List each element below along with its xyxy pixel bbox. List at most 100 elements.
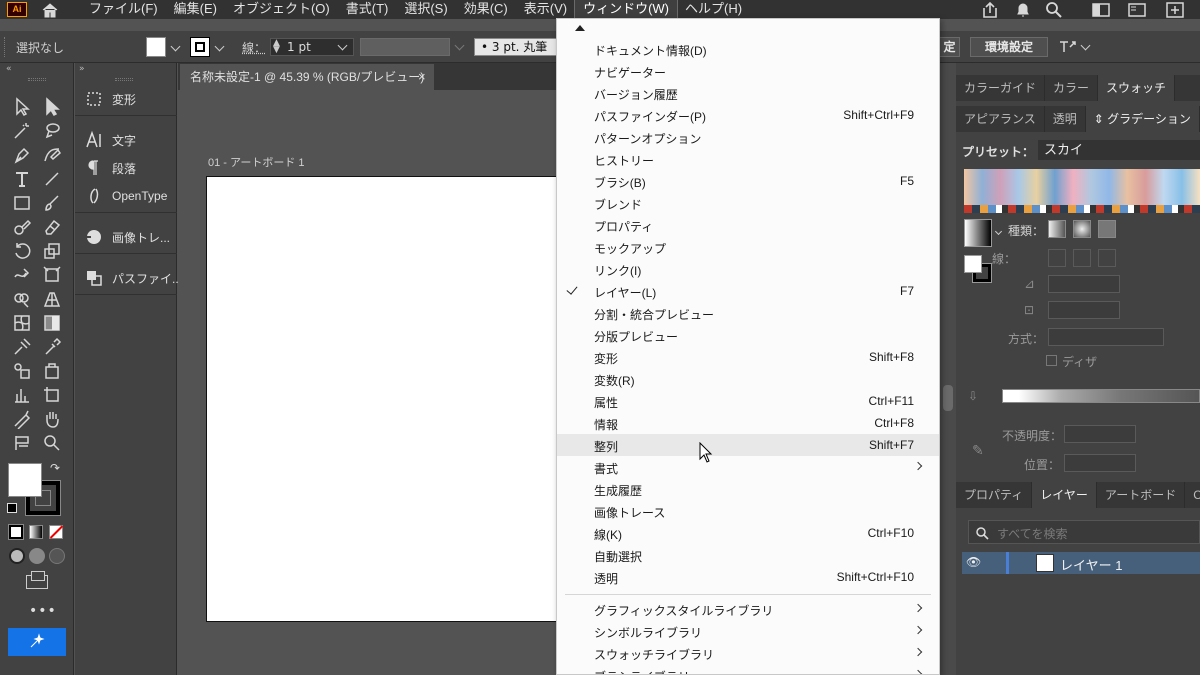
visibility-eye-icon[interactable]: 👁 bbox=[966, 555, 981, 569]
menu-item[interactable]: ヒストリー bbox=[557, 148, 939, 170]
menu-file[interactable]: ファイル(F) bbox=[81, 0, 166, 19]
fill-color-box[interactable] bbox=[8, 463, 42, 497]
method-dropdown[interactable] bbox=[1048, 328, 1164, 346]
grip-handle[interactable] bbox=[115, 78, 133, 81]
layers-search-input[interactable]: すべてを検索 bbox=[968, 520, 1200, 544]
document-tab[interactable]: 名称未設定-1 @ 45.39 % (RGB/プレビュー) × bbox=[180, 64, 434, 90]
panel-image-trace[interactable]: 画像トレ... bbox=[75, 225, 177, 249]
preset-dropdown[interactable]: スカイ bbox=[1038, 140, 1200, 160]
pen-tool-icon[interactable] bbox=[12, 145, 32, 165]
menu-item[interactable]: 分割・統合プレビュー bbox=[557, 302, 939, 324]
warp-tool-icon[interactable] bbox=[12, 265, 32, 285]
draw-normal-icon[interactable] bbox=[9, 548, 25, 564]
eraser-tool-icon[interactable] bbox=[42, 217, 62, 237]
tab-color-guide[interactable]: カラーガイド bbox=[956, 75, 1046, 101]
none-mode-icon[interactable] bbox=[49, 525, 64, 539]
hand-tool-icon[interactable] bbox=[42, 409, 62, 429]
workspace-icon[interactable] bbox=[1092, 0, 1110, 19]
draw-inside-icon[interactable] bbox=[49, 548, 65, 564]
chevron-down-icon[interactable] bbox=[454, 40, 465, 51]
lasso-tool-icon[interactable] bbox=[42, 121, 62, 141]
layer-name[interactable]: レイヤー 1 bbox=[1060, 555, 1122, 574]
reverse-gradient-icon[interactable]: ⇩ bbox=[968, 389, 978, 403]
document-setup-button[interactable]: 定 bbox=[940, 37, 960, 57]
paintbrush-tool-icon[interactable] bbox=[42, 193, 62, 213]
draw-behind-icon[interactable] bbox=[29, 548, 45, 564]
menu-item[interactable]: 生成履歴 bbox=[557, 478, 939, 500]
close-tab-icon[interactable]: × bbox=[418, 64, 426, 90]
stroke-apply-across-button[interactable] bbox=[1098, 249, 1116, 267]
menu-item[interactable]: モックアップ bbox=[557, 236, 939, 258]
stroke-apply-along-button[interactable] bbox=[1073, 249, 1091, 267]
gradient-preset-strip[interactable] bbox=[964, 169, 1200, 213]
tab-appearance[interactable]: アピアランス bbox=[956, 106, 1045, 132]
menu-item[interactable]: スウォッチライブラリ bbox=[557, 642, 939, 664]
chevron-down-icon[interactable] bbox=[170, 41, 181, 52]
menu-item[interactable]: ブラシ(B) F5 bbox=[557, 170, 939, 192]
panel-layout-icon[interactable] bbox=[1128, 0, 1146, 19]
artboard-label[interactable]: 01 - アートボード 1 bbox=[208, 154, 305, 170]
blend-tool-icon[interactable] bbox=[12, 337, 32, 357]
variable-width-profile[interactable] bbox=[360, 38, 450, 56]
tab-properties[interactable]: プロパティ bbox=[956, 482, 1033, 508]
gradient-mode-icon[interactable] bbox=[29, 525, 43, 539]
direct-selection-tool-icon[interactable] bbox=[42, 97, 62, 117]
menu-effect[interactable]: 効果(C) bbox=[456, 0, 516, 19]
shape-builder-tool-icon[interactable] bbox=[12, 289, 32, 309]
color-mode-icon[interactable] bbox=[8, 524, 24, 540]
tab-gradient[interactable]: ⇕ グラデーション bbox=[1085, 106, 1200, 132]
magic-wand-icon[interactable] bbox=[12, 121, 32, 141]
menu-view[interactable]: 表示(V) bbox=[516, 0, 575, 19]
zoom-tool-icon[interactable] bbox=[42, 433, 62, 453]
puppet-warp-icon[interactable] bbox=[1058, 39, 1078, 58]
menu-item[interactable]: パスファインダー(P) Shift+Ctrl+F9 bbox=[557, 104, 939, 126]
stepper-icon[interactable]: ▲ ▼ bbox=[273, 39, 280, 55]
fill-swatch[interactable] bbox=[146, 37, 166, 57]
type-tool-icon[interactable] bbox=[12, 169, 32, 189]
swap-fill-stroke-icon[interactable]: ↷ bbox=[50, 461, 60, 475]
panel-transform[interactable]: 変形 bbox=[75, 87, 177, 111]
column-graph-tool-icon[interactable] bbox=[12, 385, 32, 405]
screen-mode-icon[interactable] bbox=[26, 571, 48, 589]
gradient-slider[interactable] bbox=[1002, 389, 1200, 403]
scroll-up-arrow-icon[interactable] bbox=[575, 25, 585, 31]
menu-item[interactable]: レイヤー(L) F7 bbox=[557, 280, 939, 302]
freeform-gradient-button[interactable] bbox=[1098, 220, 1116, 238]
menu-type[interactable]: 書式(T) bbox=[338, 0, 397, 19]
menu-item[interactable]: 情報 Ctrl+F8 bbox=[557, 412, 939, 434]
menu-item[interactable]: 整列 Shift+F7 bbox=[557, 434, 939, 456]
menu-select[interactable]: 選択(S) bbox=[396, 0, 455, 19]
menu-item[interactable]: 分版プレビュー bbox=[557, 324, 939, 346]
selection-tool-icon[interactable] bbox=[12, 97, 32, 117]
grip-handle[interactable] bbox=[28, 78, 46, 81]
artboard-tool-icon[interactable] bbox=[42, 385, 62, 405]
menu-item[interactable]: 変形 Shift+F8 bbox=[557, 346, 939, 368]
layer-row[interactable]: 👁 レイヤー 1 bbox=[962, 552, 1200, 574]
panel-paragraph[interactable]: 段落 bbox=[75, 156, 177, 180]
stroke-label[interactable]: 線： bbox=[242, 39, 266, 56]
symbol-sprayer-tool-icon[interactable] bbox=[12, 361, 32, 381]
menu-item[interactable]: 自動選択 bbox=[557, 544, 939, 566]
dither-checkbox[interactable] bbox=[1046, 355, 1057, 366]
opacity-field[interactable] bbox=[1064, 425, 1136, 443]
perspective-grid-tool-icon[interactable] bbox=[42, 289, 62, 309]
free-transform-tool-icon[interactable] bbox=[42, 265, 62, 285]
shaper-tool-icon[interactable] bbox=[12, 217, 32, 237]
menu-item[interactable]: バージョン履歴 bbox=[557, 82, 939, 104]
tab-color[interactable]: カラー bbox=[1045, 75, 1099, 101]
menu-item[interactable]: ドキュメント情報(D) bbox=[557, 38, 939, 60]
artboard[interactable] bbox=[206, 176, 558, 622]
menu-edit[interactable]: 編集(E) bbox=[166, 0, 225, 19]
chevron-down-icon[interactable] bbox=[1080, 40, 1091, 51]
menu-item[interactable]: プロパティ bbox=[557, 214, 939, 236]
menu-item[interactable]: ブラシライブラリ bbox=[557, 664, 939, 674]
chevron-down-icon[interactable] bbox=[214, 41, 225, 52]
tab-swatches[interactable]: スウォッチ bbox=[1098, 75, 1176, 101]
scale-tool-icon[interactable] bbox=[42, 241, 62, 261]
menu-item[interactable]: パターンオプション bbox=[557, 126, 939, 148]
menu-item[interactable]: 透明 Shift+Ctrl+F10 bbox=[557, 566, 939, 588]
menu-window[interactable]: ウィンドウ(W) bbox=[574, 0, 679, 20]
menu-item[interactable]: 書式 bbox=[557, 456, 939, 478]
arrange-icon[interactable] bbox=[1166, 0, 1184, 19]
stroke-apply-within-button[interactable] bbox=[1048, 249, 1066, 267]
